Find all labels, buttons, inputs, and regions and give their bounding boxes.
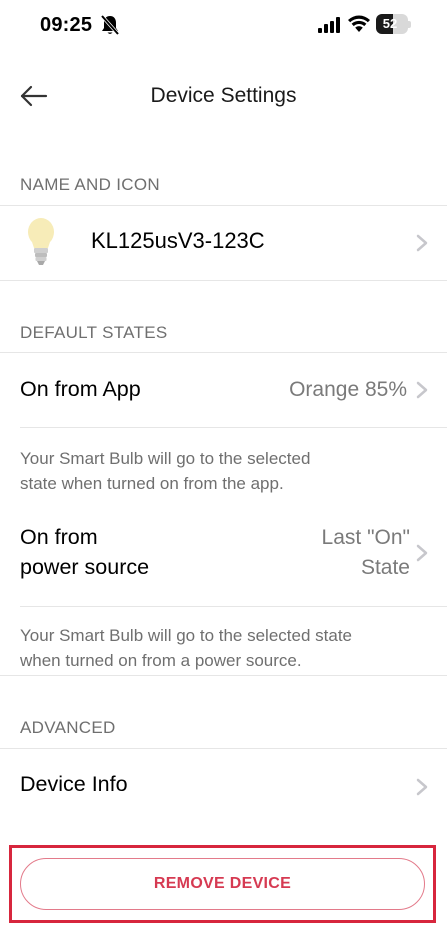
device-name-row[interactable]: KL125usV3-123C [0,206,447,280]
on-from-power-source-note-line: Your Smart Bulb will go to the selected … [20,626,352,645]
on-from-power-source-row[interactable]: On from power source Last "On" State [0,510,447,606]
wifi-icon [348,15,370,33]
on-from-app-note: Your Smart Bulb will go to the selected … [20,446,420,496]
on-from-app-note-line: Your Smart Bulb will go to the selected [20,449,311,468]
on-from-power-source-label: On from power source [20,522,149,582]
on-from-app-value: Orange 85% [289,378,407,401]
divider [20,606,447,607]
value-line: Last "On" [321,526,410,549]
on-from-power-source-note-line: when turned on from a power source. [20,651,302,670]
device-info-row[interactable]: Device Info [0,749,447,823]
battery-icon: 52 [376,14,411,34]
chevron-right-icon [415,380,429,400]
chevron-right-icon [415,777,429,797]
section-header-advanced: ADVANCED [20,718,116,737]
section-header-default-states: DEFAULT STATES [20,323,168,342]
bell-slash-icon [100,14,120,36]
on-from-app-row[interactable]: On from App Orange 85% [0,353,447,427]
on-from-power-source-value: Last "On" State [322,523,410,583]
on-from-app-note-line: state when turned on from the app. [20,474,284,493]
battery-tip [408,21,411,28]
device-name: KL125usV3-123C [91,228,265,253]
on-from-power-source-note: Your Smart Bulb will go to the selected … [20,623,420,673]
nav-bar: Device Settings [0,60,447,132]
label-line: power source [20,555,150,579]
status-time: 09:25 [40,14,93,36]
device-info-label: Device Info [20,772,128,796]
on-from-app-label: On from App [20,377,141,401]
light-bulb-icon [27,216,55,273]
divider [0,675,447,676]
label-line: On from [20,525,98,549]
signal-bars-icon [318,17,342,33]
divider [20,427,447,428]
page-title: Device Settings [150,84,297,107]
chevron-right-icon [415,543,429,563]
battery-level: 52 [382,16,398,31]
divider [0,280,447,281]
status-bar: 09:25 52 [0,0,447,52]
section-header-name-and-icon: NAME AND ICON [20,175,160,194]
chevron-right-icon [415,233,429,253]
remove-device-button[interactable]: REMOVE DEVICE [20,858,425,910]
value-line: State [360,556,410,579]
